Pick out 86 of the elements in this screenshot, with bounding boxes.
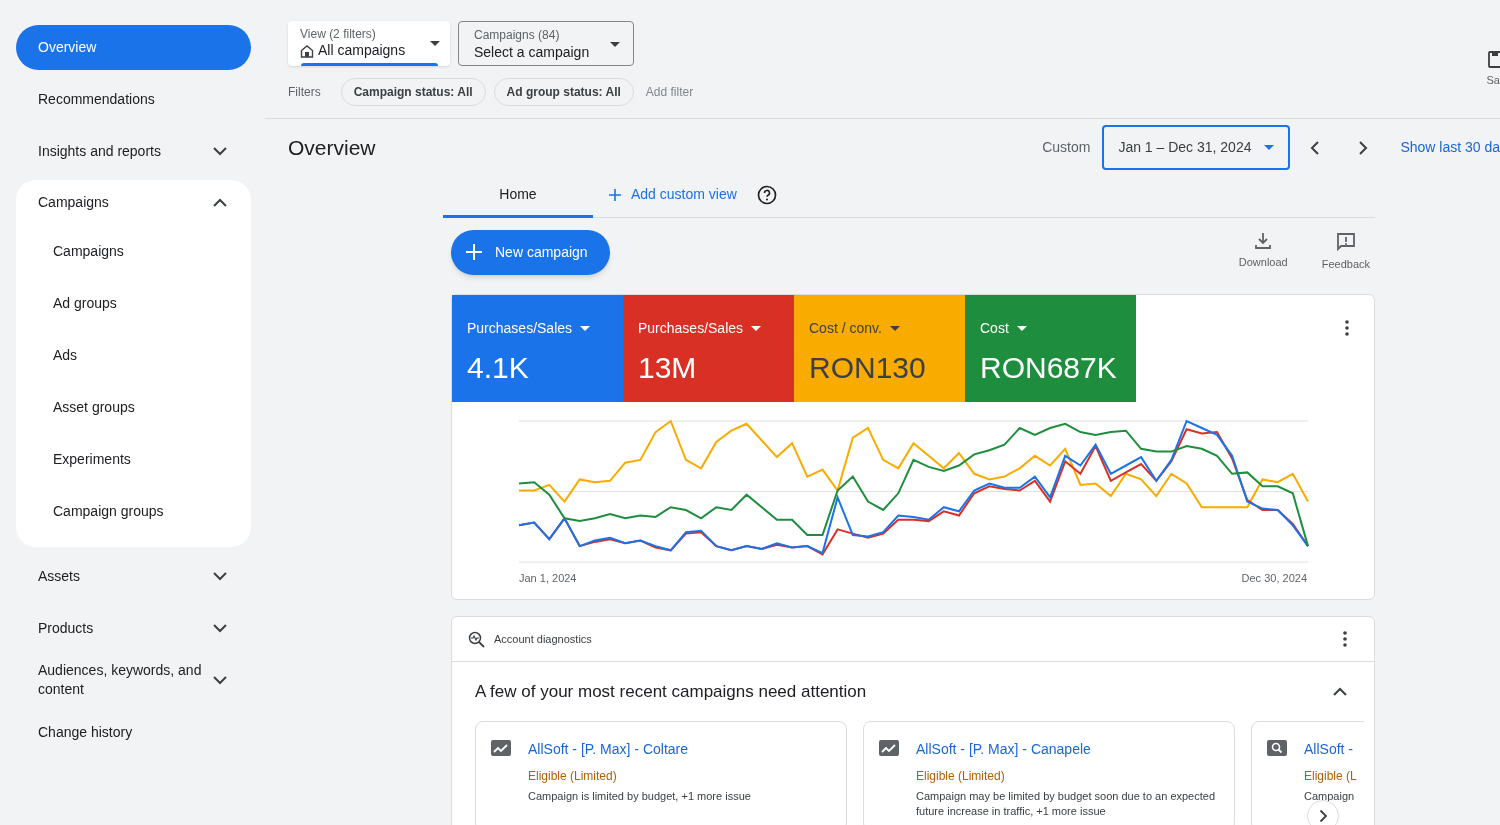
caret-icon	[1264, 145, 1275, 150]
more-icon[interactable]	[1345, 320, 1349, 336]
sidebar-item[interactable]: Recommendations	[16, 76, 251, 122]
caret-icon	[889, 326, 900, 331]
filters-label: Filters	[288, 84, 321, 101]
chevron-right-icon[interactable]	[1358, 139, 1369, 156]
view-dropdown[interactable]: View (2 filters) All campaigns	[288, 21, 450, 66]
metric-tile[interactable]: Purchases/Sales 13M	[623, 295, 794, 402]
sidebar-item[interactable]: Ad groups	[16, 277, 251, 329]
feedback-button[interactable]: Feedback	[1321, 231, 1370, 273]
metric-tile[interactable]: Purchases/Sales 4.1K	[452, 295, 623, 402]
chevron-up-icon	[213, 198, 227, 207]
sidebar-item[interactable]: Ads	[16, 329, 251, 381]
metric-tile[interactable]: Cost RON687K	[965, 295, 1136, 402]
caret-icon	[610, 42, 620, 47]
download-button[interactable]: Download	[1238, 231, 1288, 273]
sidebar-group[interactable]: Audiences, keywords, and content	[16, 657, 251, 703]
trend-chart-icon	[879, 740, 899, 756]
plus-icon	[465, 243, 483, 261]
dropdown-value: Select a campaign	[474, 43, 590, 61]
date-link[interactable]: Show last 30 da	[1400, 137, 1500, 158]
sidebar-item[interactable]: Change history	[16, 709, 251, 755]
sidebar-item[interactable]: Campaigns	[16, 225, 251, 277]
caret-icon	[1016, 326, 1027, 331]
metric-label: Purchases/Sales	[467, 319, 573, 338]
sidebar-group[interactable]: Assets	[16, 553, 251, 599]
status-text: Eligible (Limited)	[916, 768, 1006, 785]
date-range-label: Custom	[1042, 138, 1091, 157]
metric-value: 4.1K	[467, 350, 530, 386]
caret-icon	[430, 41, 440, 46]
tab[interactable]: Home	[443, 171, 593, 218]
new-campaign-button[interactable]: New campaign	[451, 229, 610, 275]
sidebar-group[interactable]: Insights and reports	[16, 128, 251, 174]
download-icon	[1254, 231, 1273, 250]
dropdown-caption: Campaigns (84)	[474, 28, 560, 43]
chevron-down-icon	[213, 675, 227, 685]
campaign-link[interactable]: AllSoft -	[1304, 739, 1357, 760]
section-heading: A few of your most recent campaigns need attention	[475, 680, 867, 703]
page-title: Overview	[288, 134, 376, 161]
chevron-down-icon	[213, 146, 227, 156]
save-icon[interactable]	[1488, 51, 1500, 68]
campaign-link[interactable]: AllSoft - [P. Max] - Canapele	[916, 739, 1218, 760]
more-icon[interactable]	[1343, 631, 1347, 647]
section-title: Account diagnostics	[494, 631, 592, 647]
sidebar-item[interactable]: Asset groups	[16, 381, 251, 433]
metric-label: Cost	[980, 319, 1009, 338]
metric-value: RON130	[809, 350, 927, 386]
issue-text: Campaign may be limited by budget soon due to an expected future increase in traffic, +1 more issue	[916, 789, 1217, 819]
issue-text: Campaign is limited by budget, +1 more issue	[528, 789, 751, 804]
axis-label: Dec 30, 2024	[1241, 571, 1307, 586]
metric-tile[interactable]: Cost / conv. RON130	[794, 295, 965, 402]
sidebar-group[interactable]: Campaigns	[16, 180, 251, 225]
issue-text: Campaign	[1304, 789, 1356, 804]
caret-icon	[751, 326, 762, 331]
axis-label: Jan 1, 2024	[519, 571, 577, 586]
chevron-down-icon	[213, 623, 227, 633]
sidebar-item[interactable]: Campaign groups	[16, 485, 251, 537]
chevron-left-icon[interactable]	[1310, 139, 1321, 156]
metric-value: 13M	[638, 350, 698, 386]
status-text: Eligible (Limited)	[528, 768, 618, 785]
plus-icon	[609, 188, 621, 201]
sidebar-item[interactable]: Overview	[16, 24, 251, 70]
home-icon	[300, 43, 314, 58]
caret-icon	[580, 326, 591, 331]
dropdown-value: All campaigns	[318, 42, 406, 59]
metric-label: Cost / conv.	[809, 319, 882, 338]
date-range-dropdown[interactable]: Jan 1 – Dec 31, 2024	[1102, 125, 1291, 170]
chevron-down-icon	[213, 571, 227, 581]
sidebar-group[interactable]: Products	[16, 605, 251, 651]
add-view-button[interactable]: Add custom view	[609, 184, 737, 205]
chevron-up-icon[interactable]	[1333, 687, 1347, 696]
metric-label: Purchases/Sales	[638, 319, 744, 338]
dropdown-caption: View (2 filters)	[300, 27, 377, 42]
campaign-dropdown[interactable]: Campaigns (84) Select a campaign	[458, 21, 634, 66]
sidebar-item[interactable]: Experiments	[16, 433, 251, 485]
search-chart-icon	[1267, 740, 1287, 756]
chevron-right-icon	[1318, 809, 1328, 823]
help-icon[interactable]	[756, 184, 777, 205]
feedback-icon	[1335, 231, 1356, 252]
campaign-link[interactable]: AllSoft - [P. Max] - Coltare	[528, 739, 751, 760]
next-button[interactable]	[1307, 800, 1339, 825]
status-text: Eligible (L	[1304, 768, 1357, 785]
metric-value: RON687K	[980, 350, 1118, 386]
toolbar-label[interactable]: Sa	[1486, 72, 1500, 89]
trend-chart-icon	[491, 740, 511, 756]
diagnostics-icon	[468, 630, 485, 648]
